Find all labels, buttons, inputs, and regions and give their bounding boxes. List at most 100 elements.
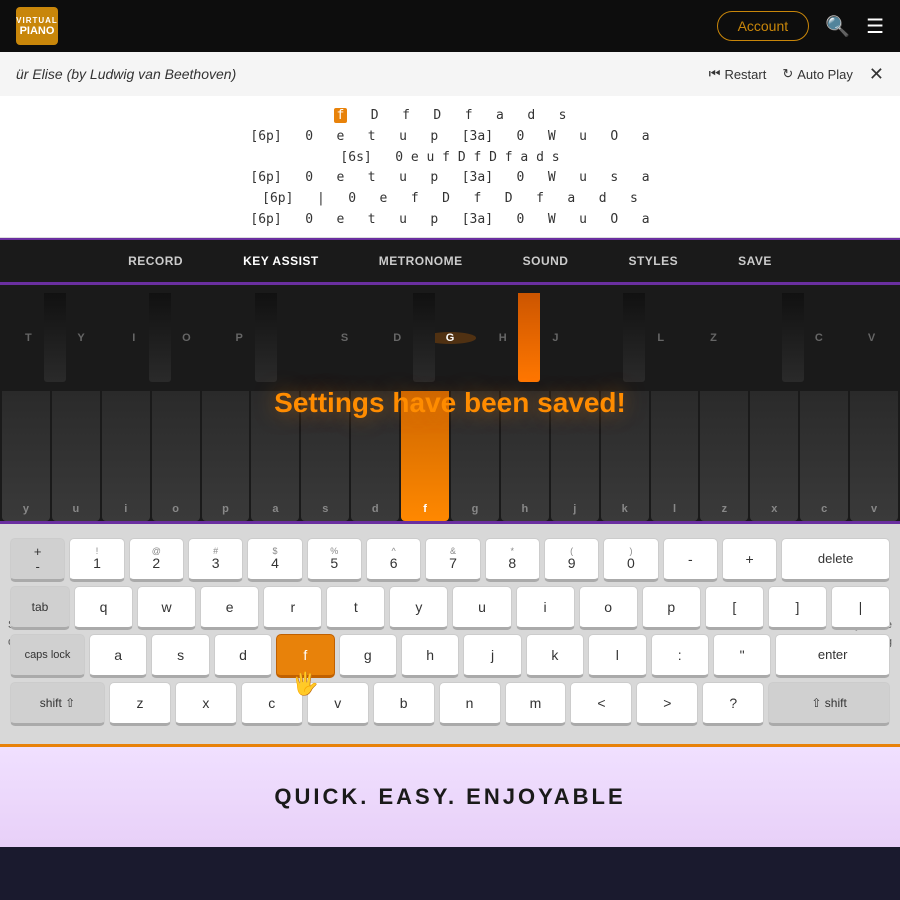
toolbar-styles[interactable]: STYLES [628, 254, 678, 268]
piano-key-s[interactable]: s [301, 391, 349, 521]
vkb-key-x[interactable]: x [175, 682, 237, 726]
vkb-key-gt[interactable]: > [636, 682, 698, 726]
vkb-key-8[interactable]: *8 [485, 538, 540, 582]
key-label-L[interactable]: L [634, 332, 687, 344]
vkb-key-i[interactable]: i [516, 586, 575, 630]
search-icon[interactable]: 🔍 [825, 14, 850, 39]
key-label-I[interactable]: I [107, 332, 160, 344]
vkb-key-h[interactable]: h [401, 634, 459, 678]
vkb-key-y[interactable]: y [389, 586, 448, 630]
virtual-keyboard-container: Select a $ or by | on your he song + - !… [0, 524, 900, 744]
vkb-key-9[interactable]: (9 [544, 538, 599, 582]
piano-key-i[interactable]: i [102, 391, 150, 521]
vkb-key-l[interactable]: l [588, 634, 646, 678]
key-label-Z[interactable]: Z [687, 332, 740, 344]
vkb-key-enter[interactable]: enter [775, 634, 890, 678]
vkb-key-bracket-open[interactable]: [ [705, 586, 764, 630]
toolbar-key-assist[interactable]: KEY ASSIST [243, 254, 319, 268]
vkb-key-r[interactable]: r [263, 586, 322, 630]
vkb-key-plus[interactable]: + [722, 538, 777, 582]
vkb-key-pipe[interactable]: | [831, 586, 890, 630]
vkb-key-g[interactable]: g [339, 634, 397, 678]
vkb-key-t[interactable]: t [326, 586, 385, 630]
vkb-key-7[interactable]: &7 [425, 538, 480, 582]
restart-button[interactable]: ⏮ Restart [709, 66, 767, 82]
toolbar-sound[interactable]: SOUND [523, 254, 569, 268]
vkb-key-d[interactable]: d [214, 634, 272, 678]
vkb-key-o[interactable]: o [579, 586, 638, 630]
autoplay-button[interactable]: ↻ Auto Play [782, 66, 853, 82]
toolbar-save[interactable]: SAVE [738, 254, 772, 268]
vkb-key-2[interactable]: @2 [129, 538, 184, 582]
key-label-Y[interactable]: Y [55, 332, 108, 344]
piano-key-u[interactable]: u [52, 391, 100, 521]
key-label-D[interactable]: D [371, 332, 424, 344]
vkb-key-p[interactable]: p [642, 586, 701, 630]
key-label-blank2 [582, 332, 635, 344]
piano-key-x[interactable]: x [750, 391, 798, 521]
account-button[interactable]: Account [717, 11, 810, 41]
vkb-key-bracket-close[interactable]: ] [768, 586, 827, 630]
vkb-key-1[interactable]: !1 [69, 538, 124, 582]
vkb-key-0[interactable]: )0 [603, 538, 658, 582]
vkb-key-j[interactable]: j [463, 634, 521, 678]
toolbar-record[interactable]: RECORD [128, 254, 183, 268]
key-label-H[interactable]: H [476, 332, 529, 344]
vkb-key-question[interactable]: ? [702, 682, 764, 726]
vkb-key-3[interactable]: #3 [188, 538, 243, 582]
vkb-key-colon[interactable]: : [651, 634, 709, 678]
piano-key-k[interactable]: k [601, 391, 649, 521]
vkb-key-delete[interactable]: delete [781, 538, 890, 582]
sheet-line-4: [6p] 0 e t u p [3a] 0 W u s a [0, 168, 900, 189]
key-label-V[interactable]: V [845, 332, 898, 344]
piano-key-h[interactable]: h [501, 391, 549, 521]
piano-key-j[interactable]: j [551, 391, 599, 521]
piano-key-o[interactable]: o [152, 391, 200, 521]
vkb-key-m[interactable]: m [505, 682, 567, 726]
key-label-C[interactable]: C [793, 332, 846, 344]
vkb-key-u[interactable]: u [452, 586, 511, 630]
vkb-caps-lock[interactable]: caps lock [10, 634, 85, 678]
piano-key-f[interactable]: f [401, 391, 449, 521]
vkb-key-v[interactable]: v [307, 682, 369, 726]
vkb-tab[interactable]: tab [10, 586, 70, 630]
key-label-S[interactable]: S [318, 332, 371, 344]
vkb-key-s[interactable]: s [151, 634, 209, 678]
piano-key-g[interactable]: g [451, 391, 499, 521]
vkb-key-4[interactable]: $4 [247, 538, 302, 582]
vkb-key-c[interactable]: c [241, 682, 303, 726]
vkb-key-a[interactable]: a [89, 634, 147, 678]
piano-key-a[interactable]: a [251, 391, 299, 521]
vkb-plus-minus[interactable]: + - [10, 538, 65, 582]
vkb-shift-left[interactable]: shift ⇧ [10, 682, 105, 726]
vkb-key-b[interactable]: b [373, 682, 435, 726]
vkb-key-n[interactable]: n [439, 682, 501, 726]
piano-key-d[interactable]: d [351, 391, 399, 521]
vkb-shift-right[interactable]: ⇧ shift [768, 682, 890, 726]
vkb-key-e[interactable]: e [200, 586, 259, 630]
vkb-key-z[interactable]: z [109, 682, 171, 726]
vkb-key-k[interactable]: k [526, 634, 584, 678]
toolbar-metronome[interactable]: METRONOME [379, 254, 463, 268]
vkb-key-f[interactable]: f 🖐 [276, 634, 334, 678]
key-label-G[interactable]: G [424, 332, 477, 344]
key-label-O[interactable]: O [160, 332, 213, 344]
menu-icon[interactable]: ☰ [866, 14, 884, 39]
piano-key-v[interactable]: v [850, 391, 898, 521]
piano-key-p[interactable]: p [202, 391, 250, 521]
vkb-key-minus[interactable]: - [663, 538, 718, 582]
piano-key-l[interactable]: l [651, 391, 699, 521]
vkb-key-quote[interactable]: " [713, 634, 771, 678]
key-label-T[interactable]: T [2, 332, 55, 344]
vkb-key-q[interactable]: q [74, 586, 133, 630]
vkb-key-6[interactable]: ^6 [366, 538, 421, 582]
key-label-J[interactable]: J [529, 332, 582, 344]
close-button[interactable]: ✕ [869, 64, 884, 85]
vkb-key-5[interactable]: %5 [307, 538, 362, 582]
piano-key-z[interactable]: z [700, 391, 748, 521]
vkb-key-lt[interactable]: < [570, 682, 632, 726]
vkb-key-w[interactable]: w [137, 586, 196, 630]
piano-key-y[interactable]: y [2, 391, 50, 521]
key-label-P[interactable]: P [213, 332, 266, 344]
piano-key-c[interactable]: c [800, 391, 848, 521]
